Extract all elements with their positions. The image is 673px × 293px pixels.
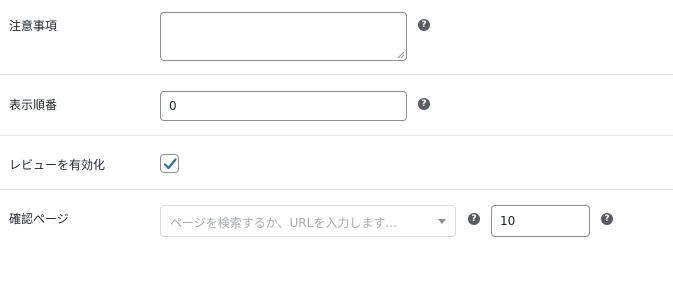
confirm-page-select-help-icon[interactable]: ? [468,213,480,225]
confirm-page-number-help-icon[interactable]: ? [601,213,613,225]
enable-reviews-checkbox[interactable] [160,154,179,173]
dropdown-arrow-icon[interactable] [438,219,446,224]
display-order-help-icon[interactable]: ? [418,98,430,110]
enable-reviews-label: レビューを有効化 [9,158,106,172]
enable-reviews-row: レビューを有効化 [0,136,673,190]
checkmark-icon [163,158,177,170]
display-order-row: 表示順番 0 ? [0,75,673,136]
notes-row: 注意事項 ? [0,0,673,75]
confirm-page-number-value: 10 [500,214,516,228]
confirm-page-select-placeholder: ページを検索するか、URLを入力します... [170,216,397,230]
confirm-page-number-input[interactable]: 10 [491,205,590,237]
confirm-page-label: 確認ページ [9,212,69,226]
display-order-input[interactable]: 0 [160,91,407,121]
notes-label: 注意事項 [9,19,58,33]
confirm-page-select[interactable]: ページを検索するか、URLを入力します... [160,205,456,237]
notes-help-icon[interactable]: ? [418,19,430,31]
display-order-label: 表示順番 [9,98,58,112]
notes-textarea[interactable] [160,12,407,61]
resize-handle-icon[interactable] [397,51,404,58]
display-order-value: 0 [169,99,177,113]
